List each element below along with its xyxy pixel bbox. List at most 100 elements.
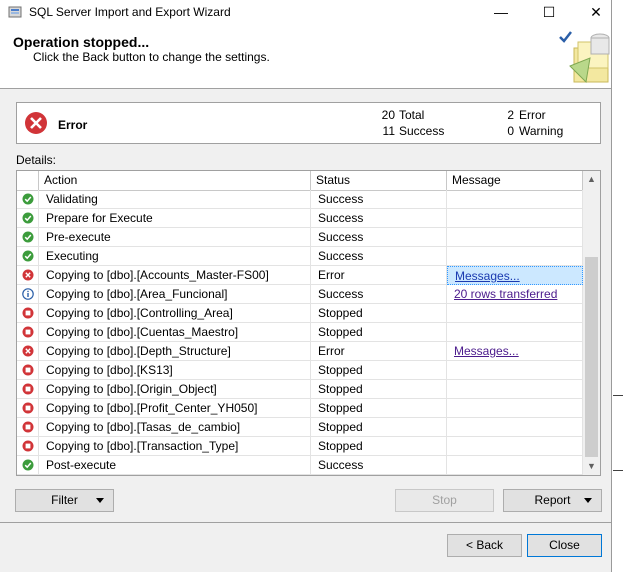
row-status: Stopped — [311, 399, 447, 418]
row-message — [447, 399, 583, 418]
close-button[interactable]: Close — [527, 534, 602, 557]
success-icon — [22, 250, 34, 262]
row-action: Copying to [dbo].[Transaction_Type] — [39, 437, 311, 456]
row-icon-cell — [17, 304, 39, 323]
row-action: Copying to [dbo].[Depth_Structure] — [39, 342, 311, 361]
icon-column-header — [17, 171, 39, 190]
table-row[interactable]: Copying to [dbo].[Area_Funcional] Success… — [17, 285, 583, 304]
table-row[interactable]: Copying to [dbo].[Origin_Object] Stopped — [17, 380, 583, 399]
error-icon — [22, 269, 34, 281]
maximize-button[interactable]: ☐ — [526, 0, 572, 26]
row-icon-cell — [17, 456, 39, 475]
dropdown-arrow-icon — [584, 498, 592, 503]
row-status: Stopped — [311, 323, 447, 342]
background-edge — [613, 470, 623, 471]
table-row[interactable]: Copying to [dbo].[Controlling_Area] Stopp… — [17, 304, 583, 323]
row-message — [447, 380, 583, 399]
wizard-header: Operation stopped... Click the Back butt… — [0, 26, 611, 89]
wizard-graphic-icon — [559, 31, 610, 84]
success-count: 11 — [382, 124, 395, 138]
row-message — [447, 418, 583, 437]
table-row[interactable]: Copying to [dbo].[Tasas_de_cambio] Stoppe… — [17, 418, 583, 437]
page-title: Operation stopped... — [13, 34, 150, 50]
row-status: Success — [311, 285, 447, 304]
warning-label: Warning — [519, 124, 564, 138]
table-row[interactable]: Copying to [dbo].[Accounts_Master-FS00] E… — [17, 266, 583, 285]
row-icon-cell — [17, 380, 39, 399]
row-message[interactable]: 20 rows transferred — [447, 285, 583, 304]
report-button-label: Report — [534, 493, 571, 507]
row-icon-cell — [17, 209, 39, 228]
row-status: Success — [311, 247, 447, 266]
grid-header: Action Status Message — [17, 171, 583, 191]
success-icon — [22, 231, 34, 243]
details-label: Details: — [16, 153, 57, 167]
row-action: Copying to [dbo].[Profit_Center_YH050] — [39, 399, 311, 418]
row-action: Prepare for Execute — [39, 209, 311, 228]
row-message — [447, 190, 583, 209]
scroll-up-arrow-icon[interactable]: ▲ — [583, 171, 600, 188]
stopped-icon — [22, 364, 34, 376]
page-subtitle: Click the Back button to change the sett… — [33, 50, 270, 64]
row-message — [447, 323, 583, 342]
row-message — [447, 228, 583, 247]
filter-button-label: Filter — [51, 493, 78, 507]
row-message — [447, 304, 583, 323]
stop-button[interactable]: Stop — [395, 489, 494, 512]
column-header-message[interactable]: Message — [447, 171, 583, 190]
table-row[interactable]: Validating Success — [17, 190, 583, 209]
row-action: Copying to [dbo].[Area_Funcional] — [39, 285, 311, 304]
row-message — [447, 361, 583, 380]
table-row[interactable]: Copying to [dbo].[Profit_Center_YH050] St… — [17, 399, 583, 418]
row-status: Stopped — [311, 380, 447, 399]
row-icon-cell — [17, 437, 39, 456]
stopped-icon — [22, 307, 34, 319]
row-action: Executing — [39, 247, 311, 266]
success-icon — [22, 212, 34, 224]
row-icon-cell — [17, 190, 39, 209]
row-message[interactable]: Messages... — [447, 266, 583, 285]
row-action: Pre-execute — [39, 228, 311, 247]
row-action: Validating — [39, 190, 311, 209]
table-row[interactable]: Pre-execute Success — [17, 228, 583, 247]
row-status: Success — [311, 209, 447, 228]
report-button[interactable]: Report — [503, 489, 602, 512]
row-status: Error — [311, 342, 447, 361]
stopped-icon — [22, 440, 34, 452]
table-row[interactable]: Copying to [dbo].[Depth_Structure] Error M… — [17, 342, 583, 361]
filter-button[interactable]: Filter — [15, 489, 114, 512]
column-header-status[interactable]: Status — [311, 171, 447, 190]
minimize-button[interactable]: — — [478, 0, 524, 26]
row-icon-cell — [17, 342, 39, 361]
window-title: SQL Server Import and Export Wizard — [29, 5, 231, 19]
message-link[interactable]: 20 rows transferred — [454, 287, 557, 301]
error-icon — [22, 345, 34, 357]
stopped-icon — [22, 421, 34, 433]
back-button[interactable]: < Back — [447, 534, 522, 557]
row-status: Error — [311, 266, 447, 285]
row-status: Success — [311, 456, 447, 475]
table-row[interactable]: Executing Success — [17, 247, 583, 266]
table-row[interactable]: Post-execute Success — [17, 456, 583, 475]
row-message — [447, 456, 583, 475]
vertical-scrollbar[interactable]: ▲ ▼ — [583, 171, 600, 475]
scrollbar-thumb[interactable] — [585, 257, 598, 457]
message-link[interactable]: Messages... — [455, 269, 520, 283]
warning-count: 0 — [507, 124, 514, 138]
row-message[interactable]: Messages... — [447, 342, 583, 361]
table-row[interactable]: Copying to [dbo].[KS13] Stopped — [17, 361, 583, 380]
row-icon-cell — [17, 247, 39, 266]
column-header-action[interactable]: Action — [39, 171, 311, 190]
row-action: Copying to [dbo].[Accounts_Master-FS00] — [39, 266, 311, 285]
stopped-icon — [22, 383, 34, 395]
message-link[interactable]: Messages... — [454, 344, 519, 358]
row-action: Post-execute — [39, 456, 311, 475]
table-row[interactable]: Prepare for Execute Success — [17, 209, 583, 228]
summary-panel: Error 20 Total 11 Success 2 Error 0 Warn… — [16, 102, 601, 144]
error-label: Error — [519, 108, 546, 122]
background-edge — [613, 395, 623, 396]
table-row[interactable]: Copying to [dbo].[Transaction_Type] Stopp… — [17, 437, 583, 456]
table-row[interactable]: Copying to [dbo].[Cuentas_Maestro] Stoppe… — [17, 323, 583, 342]
close-window-button[interactable]: ✕ — [573, 0, 619, 26]
scroll-down-arrow-icon[interactable]: ▼ — [583, 458, 600, 475]
